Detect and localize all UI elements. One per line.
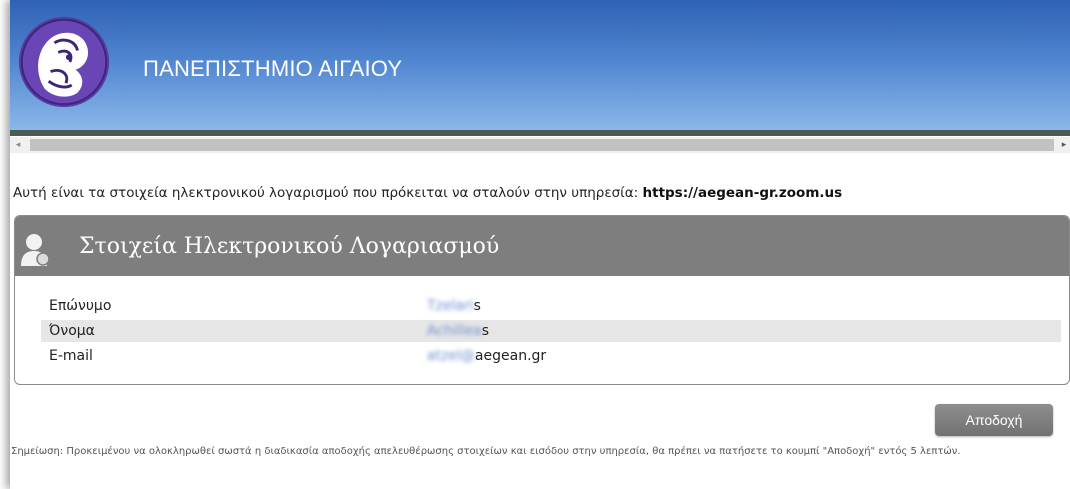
- scroll-right-arrow-icon[interactable]: ▸: [1058, 137, 1070, 153]
- browser-frame: ΠΑΝΕΠΙΣΤΗΜΙΟ ΑΙΓΑΙΟΥ ◂ ▸ Αυτή είναι τα σ…: [10, 0, 1070, 489]
- university-title: ΠΑΝΕΠΙΣΤΗΜΙΟ ΑΙΓΑΙΟΥ: [143, 56, 403, 81]
- scroll-left-arrow-icon[interactable]: ◂: [12, 137, 24, 153]
- university-logo: [18, 16, 110, 108]
- panel-header: Στοιχεία Ηλεκτρονικού Λογαριασμού: [15, 216, 1069, 276]
- field-value-firstname: Achilleas: [427, 323, 489, 339]
- field-label-email: E-mail: [49, 348, 93, 364]
- note-text: Σημείωση: Προκειμένου να ολοκληρωθεί σωσ…: [11, 446, 961, 457]
- intro-text: Αυτή είναι τα στοιχεία ηλεκτρονικού λογα…: [13, 185, 842, 201]
- field-label-firstname: Όνομα: [49, 323, 95, 339]
- field-row-surname: Επώνυμο Tzelaris: [41, 295, 1061, 317]
- field-row-firstname: Όνομα Achilleas: [41, 320, 1061, 342]
- field-value-surname: Tzelaris: [427, 298, 481, 314]
- page-header: ΠΑΝΕΠΙΣΤΗΜΙΟ ΑΙΓΑΙΟΥ: [10, 0, 1070, 130]
- accept-button[interactable]: Αποδοχή: [935, 404, 1053, 436]
- account-details-panel: Στοιχεία Ηλεκτρονικού Λογαριασμού Επώνυμ…: [14, 215, 1070, 385]
- redacted-text: Achillea: [427, 323, 482, 339]
- horizontal-scrollbar[interactable]: ◂ ▸: [10, 137, 1070, 153]
- service-url: https://aegean-gr.zoom.us: [642, 185, 843, 201]
- redacted-text: Tzelari: [427, 298, 474, 314]
- panel-title: Στοιχεία Ηλεκτρονικού Λογαριασμού: [79, 234, 500, 259]
- redacted-text: atzel@: [427, 348, 475, 364]
- intro-message: Αυτή είναι τα στοιχεία ηλεκτρονικού λογα…: [13, 185, 639, 201]
- visible-text: aegean.gr: [474, 348, 547, 364]
- user-icon: [21, 234, 50, 266]
- field-value-email: atzel@aegean.gr: [427, 348, 546, 364]
- header-divider: [10, 130, 1070, 136]
- field-row-email: E-mail atzel@aegean.gr: [41, 345, 1061, 367]
- field-label-surname: Επώνυμο: [49, 298, 112, 314]
- visible-text: s: [481, 323, 490, 339]
- visible-text: s: [473, 298, 481, 314]
- scrollbar-thumb[interactable]: [30, 139, 1054, 151]
